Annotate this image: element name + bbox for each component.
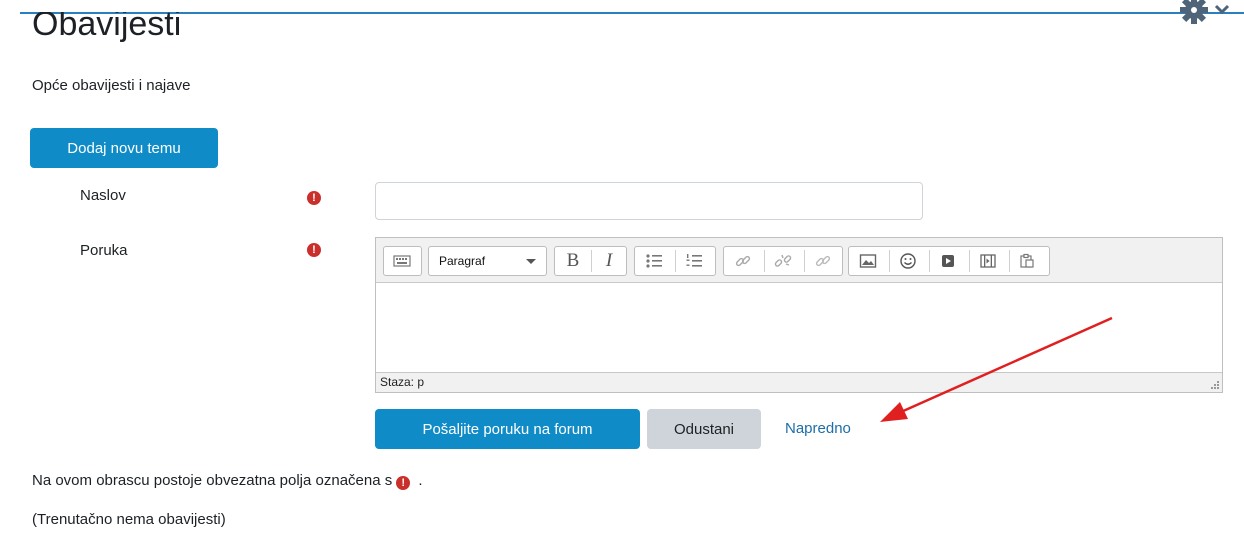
header-divider [20,12,1244,14]
toolbar-separator [675,250,676,272]
page-title: Obavijesti [32,5,182,43]
toolbar-separator [1009,250,1010,272]
submit-button[interactable]: Pošaljite poruku na forum [375,409,640,449]
add-topic-button[interactable]: Dodaj novu temu [30,128,218,168]
emoticon-icon[interactable] [894,247,922,275]
required-note-end: . [418,472,423,489]
toolbar-separator [889,250,890,272]
numbered-list-icon[interactable] [680,247,708,275]
bold-icon[interactable]: B [559,247,587,275]
toolbar-group-links [723,246,843,276]
cancel-button[interactable]: Odustani [647,409,761,449]
subject-label: Naslov [80,187,126,204]
subject-input[interactable] [375,182,923,220]
unlink-icon[interactable] [769,247,797,275]
image-icon[interactable] [854,247,882,275]
italic-icon[interactable]: I [595,247,623,275]
format-dropdown[interactable]: Paragraf [428,246,547,276]
link-icon[interactable] [729,247,757,275]
toolbar-separator [591,250,592,272]
advanced-link[interactable]: Napredno [785,420,851,437]
resize-handle-icon[interactable] [1208,378,1220,390]
toolbar-group-toggle [383,246,422,276]
required-icon: ! [307,243,321,257]
toolbar-group-style: B I [554,246,627,276]
message-label: Poruka [80,242,128,259]
video-icon[interactable] [974,247,1002,275]
required-icon: ! [307,191,321,205]
editor-path: Staza: p [380,375,425,389]
paste-icon[interactable] [1013,247,1041,275]
annotation-arrow-icon [880,316,1113,422]
required-note-text: Na ovom obrascu postoje obvezatna polja … [32,472,393,489]
toolbar-group-media [848,246,1050,276]
keyboard-icon[interactable] [388,247,416,275]
editor-toolbar: Paragraf B I [376,238,1222,283]
forum-intro: Opće obavijesti i najave [32,77,191,94]
toolbar-separator [969,250,970,272]
chevron-down-icon [526,259,536,264]
required-icon: ! [396,476,411,490]
gear-icon[interactable] [1172,0,1242,30]
toolbar-separator [804,250,805,272]
required-fields-note: Na ovom obrascu postoje obvezatna polja … [32,472,423,490]
media-icon[interactable] [934,247,962,275]
toolbar-separator [929,250,930,272]
no-announcements-note: (Trenutačno nema obavijesti) [32,511,226,528]
bullet-list-icon[interactable] [640,247,668,275]
toolbar-separator [764,250,765,272]
toolbar-group-lists [634,246,716,276]
anchor-icon[interactable] [809,247,837,275]
